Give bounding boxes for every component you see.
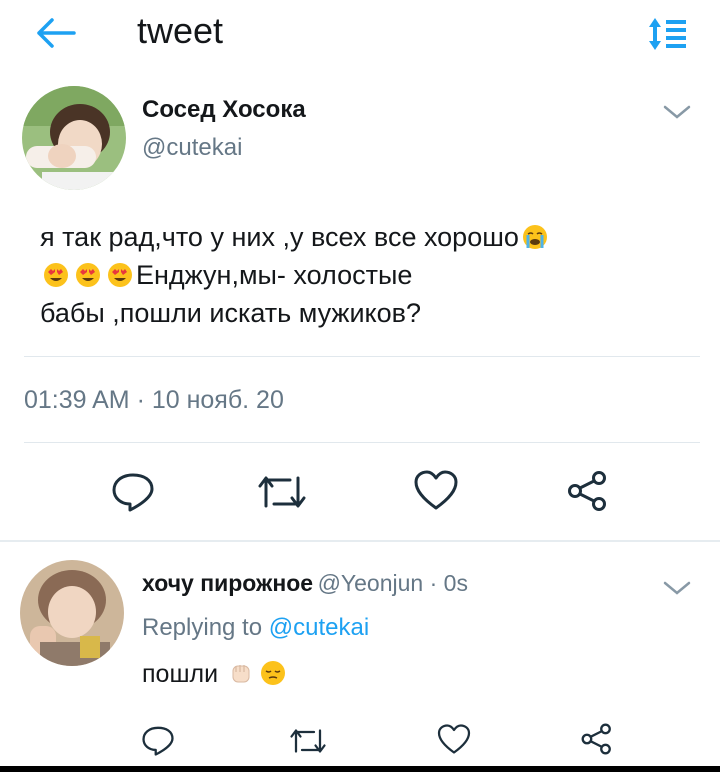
like-icon[interactable] [412, 468, 460, 517]
author-name[interactable]: Сосед Хосока [142, 96, 306, 124]
reply-text: пошли [142, 660, 289, 689]
reply-avatar[interactable] [20, 560, 124, 666]
like-icon[interactable] [436, 722, 472, 761]
tweet-text: я так рад,что у них ,у всех все хорошо Е… [40, 218, 680, 332]
header-title: tweet [137, 10, 224, 51]
bottom-edge [0, 766, 720, 772]
chevron-down-icon[interactable] [662, 102, 692, 122]
replying-to: Replying to @cutekai [142, 614, 369, 642]
retweet-icon[interactable] [256, 472, 308, 517]
share-icon[interactable] [566, 470, 610, 517]
heart-eyes-icon [75, 260, 101, 287]
avatar[interactable] [22, 86, 126, 190]
chevron-down-icon[interactable] [662, 578, 692, 598]
share-icon[interactable] [580, 722, 614, 761]
tweet-text-line-3: бабы ,пошли искать мужиков? [40, 298, 422, 328]
replying-prefix: Replying to [142, 614, 263, 641]
reply-author-name[interactable]: хочу пирожное [142, 570, 313, 596]
reply-header: хочу пирожное @Yeonjun · 0s [142, 570, 468, 597]
divider [24, 442, 700, 443]
raised-fist-icon [228, 660, 254, 686]
back-arrow-icon[interactable] [34, 16, 78, 50]
tweet-timestamp: 01:39 AM · 10 нояб. 20 [24, 386, 284, 414]
tweet-text-line-2: Енджун,мы- холостые [136, 260, 413, 290]
crying-face-icon [522, 222, 548, 249]
tweet-text-line-1: я так рад,что у них ,у всех все хорошо [40, 222, 519, 252]
sort-icon[interactable] [646, 14, 690, 54]
reply-author-meta[interactable]: @Yeonjun · 0s [318, 570, 468, 596]
reply-text-content: пошли [142, 660, 219, 688]
reply-icon[interactable] [140, 724, 176, 761]
reply-icon[interactable] [110, 470, 156, 517]
heart-eyes-icon [107, 260, 133, 287]
relieved-face-icon [260, 660, 286, 686]
author-handle[interactable]: @cutekai [142, 134, 242, 162]
heart-eyes-icon [43, 260, 69, 287]
retweet-icon[interactable] [288, 726, 328, 761]
divider [0, 540, 720, 542]
divider [24, 356, 700, 357]
replying-handle-link[interactable]: @cutekai [269, 614, 369, 641]
